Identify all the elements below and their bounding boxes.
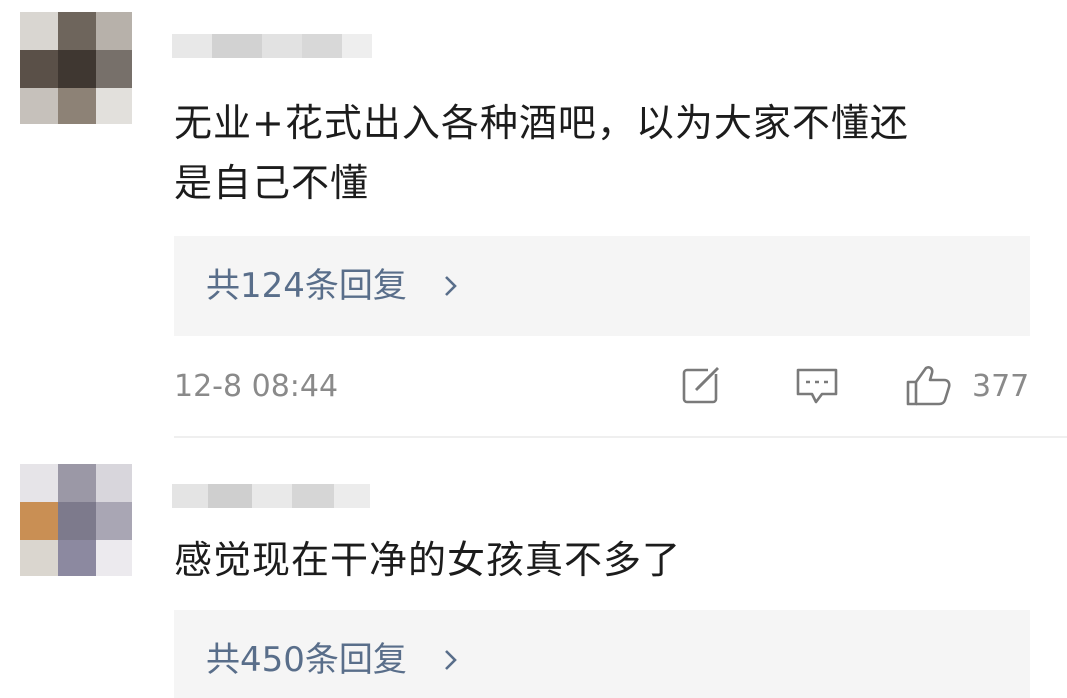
comment-text: 感觉现在干净的女孩真不多了: [174, 530, 1034, 590]
chevron-right-icon: [445, 650, 457, 670]
view-replies-button[interactable]: 共124条回复: [174, 236, 1030, 336]
replies-count-label: 共450条回复: [206, 640, 407, 680]
comment-text-line: 无业+花式出入各种酒吧，以为大家不懂还: [174, 101, 909, 145]
username[interactable]: [172, 34, 372, 58]
comment-text-line: 是自己不懂: [174, 161, 370, 205]
username[interactable]: [172, 484, 370, 508]
edit-icon[interactable]: [680, 364, 724, 408]
comment-icon[interactable]: [794, 364, 840, 408]
avatar[interactable]: [20, 12, 132, 124]
comment-text: 无业+花式出入各种酒吧，以为大家不懂还 是自己不懂: [174, 93, 1034, 213]
chevron-right-icon: [445, 276, 457, 296]
timestamp: 12-8 08:44: [174, 369, 339, 404]
avatar[interactable]: [20, 464, 132, 576]
replies-count-label: 共124条回复: [206, 266, 407, 306]
divider: [174, 436, 1067, 438]
view-replies-button[interactable]: 共450条回复: [174, 610, 1030, 698]
thumbs-up-icon[interactable]: [904, 364, 952, 408]
like-count: 377: [972, 369, 1030, 404]
comment-text-line: 感觉现在干净的女孩真不多了: [174, 538, 682, 582]
